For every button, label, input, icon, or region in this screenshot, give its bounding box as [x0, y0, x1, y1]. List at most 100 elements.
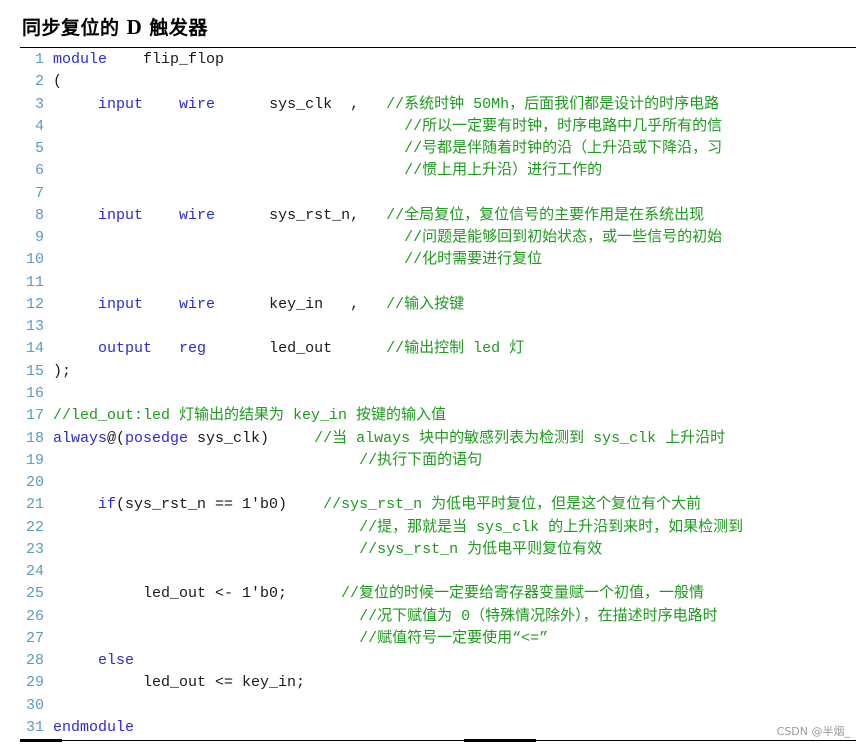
code-line: 10 //化时需要进行复位 [20, 249, 743, 271]
line-number: 24 [25, 563, 44, 581]
code-text: led_out <- 1'b0; [53, 585, 342, 603]
code-text: sys_clk , [215, 95, 387, 113]
comment: //问题是能够回到初始状态，或一些信号的初始 [404, 229, 723, 247]
line-number: 14 [25, 340, 44, 358]
comment: //赋值符号一定要使用“<=” [359, 629, 549, 647]
line-number: 4 [34, 117, 44, 135]
code-line: 12 input wire key_in , //输入按键 [20, 294, 743, 316]
code-line: 1 module flip_flop [20, 49, 743, 71]
code-line: 3 input wire sys_clk , //系统时钟 50Mh，后面我们都… [20, 94, 743, 116]
top-rule [20, 47, 856, 48]
line-number: 13 [25, 318, 44, 336]
line-number: 8 [34, 206, 44, 224]
title-letter: D [126, 15, 143, 39]
comment: //化时需要进行复位 [404, 251, 543, 269]
line-number: 16 [25, 384, 44, 402]
code-line: 24 [20, 561, 743, 583]
line-number: 3 [34, 95, 44, 113]
comment: //号都是伴随着时钟的沿（上升沿或下降沿，习 [404, 140, 723, 158]
code-line: 5 //号都是伴随着时钟的沿（上升沿或下降沿，习 [20, 138, 743, 160]
comment: //sys_rst_n 为低电平则复位有效 [359, 540, 603, 558]
line-number: 12 [25, 295, 44, 313]
comment: //led_out:led 灯输出的结果为 key_in 按键的输入值 [53, 407, 447, 425]
code-line: 8 input wire sys_rst_n, //全局复位，复位信号的主要作用… [20, 205, 743, 227]
keyword: module [53, 51, 108, 68]
comment: //输出控制 led 灯 [386, 340, 525, 358]
line-number: 5 [34, 140, 44, 158]
code-line: 11 [20, 272, 743, 294]
section-title: 同步复位的 D 触发器 [22, 13, 208, 40]
line-number: 27 [25, 629, 44, 647]
code-line: 15); [20, 361, 743, 383]
comment: //系统时钟 50Mh，后面我们都是设计的时序电路 [386, 95, 720, 113]
code-line: 17 //led_out:led 灯输出的结果为 key_in 按键的输入值 [20, 405, 743, 427]
code-line: 16 [20, 383, 743, 405]
line-number: 19 [25, 451, 44, 469]
bottom-rule [20, 739, 856, 742]
line-number: 20 [25, 474, 44, 492]
code-line: 18 always@(posedge sys_clk) //当 always 块中… [20, 428, 743, 450]
code-line: 19 //执行下面的语句 [20, 450, 743, 472]
line-number: 7 [34, 184, 44, 202]
line-number: 22 [25, 518, 44, 536]
code-text: key_in , [215, 295, 387, 313]
comment: //执行下面的语句 [359, 451, 483, 469]
code-line: 31 endmodule [20, 717, 743, 739]
line-number: 10 [25, 251, 44, 269]
code-line: 25 led_out <- 1'b0; //复位的时候一定要给寄存器变量赋一个初… [20, 583, 743, 605]
line-number: 2 [34, 73, 44, 91]
line-number: 25 [25, 585, 44, 603]
keyword: wire [179, 295, 216, 313]
comment: //提，那就是当 sys_clk 的上升沿到来时，如果检测到 [359, 518, 744, 536]
comment: //况下赋值为 0（特殊情况除外），在描述时序电路时 [359, 607, 718, 625]
keyword: input [98, 95, 144, 113]
code-text: @( [107, 429, 126, 447]
line-number: 30 [25, 696, 44, 714]
line-number: 11 [25, 273, 44, 291]
code-text: led_out <= key_in; [53, 674, 306, 692]
title-prefix: 同步复位的 [22, 17, 127, 39]
code-text: (sys_rst_n == 1'b0) [116, 496, 324, 514]
code-line: 20 [20, 472, 743, 494]
code-text: led_out [206, 340, 387, 358]
keyword: wire [179, 206, 216, 224]
keyword: always [53, 429, 108, 447]
code-line: 22 //提，那就是当 sys_clk 的上升沿到来时，如果检测到 [20, 517, 743, 539]
code-line: 13 [20, 316, 743, 338]
keyword: if [98, 496, 117, 514]
line-number: 1 [34, 51, 44, 68]
code-line: 29 led_out <= key_in; [20, 672, 743, 694]
code-text: flip_flop [107, 51, 225, 68]
code-text: sys_clk) [188, 429, 315, 447]
line-number: 29 [25, 674, 44, 692]
line-number: 31 [25, 718, 44, 736]
comment: //输入按键 [386, 295, 465, 313]
keyword: posedge [125, 429, 189, 447]
code-line: 27 //赋值符号一定要使用“<=” [20, 628, 743, 650]
comment: //全局复位，复位信号的主要作用是在系统出现 [386, 206, 705, 224]
code-line: 21 if(sys_rst_n == 1'b0) //sys_rst_n 为低电… [20, 494, 743, 516]
code-line: 23 //sys_rst_n 为低电平则复位有效 [20, 539, 743, 561]
code-listing: 1 module flip_flop 2(3 input wire sys_clk … [20, 49, 743, 739]
keyword: wire [179, 95, 216, 113]
line-number: 26 [25, 607, 44, 625]
code-line: 6 //惯上用上升沿）进行工作的 [20, 160, 743, 182]
code-line: 28 else [20, 650, 743, 672]
code-line: 14 output reg led_out //输出控制 led 灯 [20, 338, 743, 360]
code-text: sys_rst_n, [215, 206, 387, 224]
